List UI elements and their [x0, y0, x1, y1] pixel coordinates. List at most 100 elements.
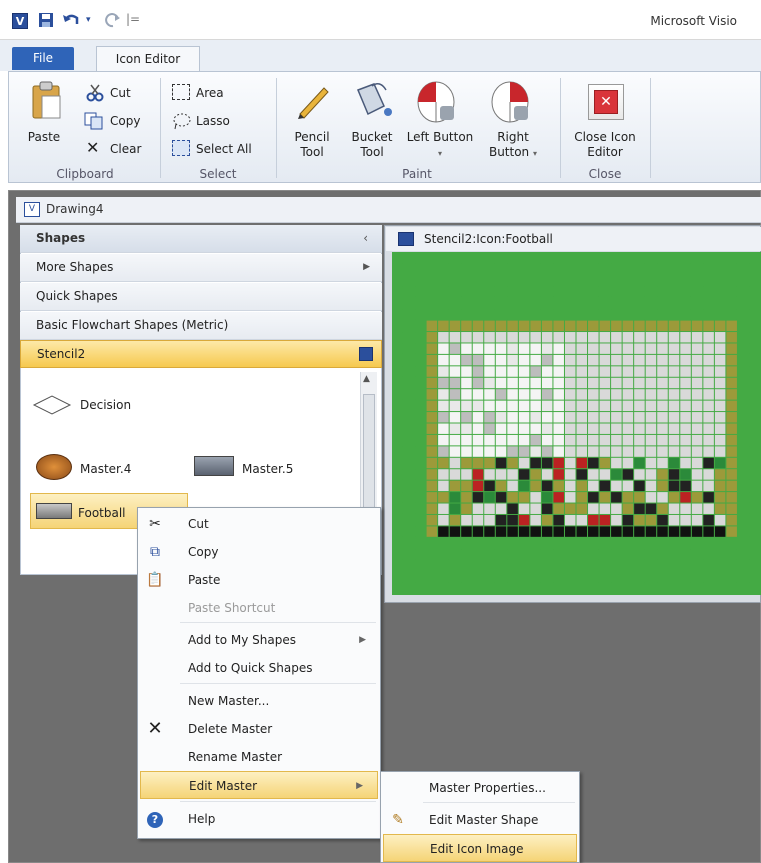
icon-pixel [645, 560, 657, 572]
redo-icon[interactable] [104, 12, 122, 30]
select-all-button[interactable]: Select All [196, 142, 252, 156]
icon-pixel [691, 492, 703, 503]
menu-item-delete-master[interactable]: ✕ Delete Master [138, 715, 380, 743]
left-button-button[interactable]: Left Button ▾ [404, 130, 476, 161]
menu-item-copy[interactable]: ⧉ Copy [138, 538, 380, 566]
lasso-button[interactable]: Lasso [196, 114, 230, 128]
icon-pixel [518, 537, 530, 549]
cut-button[interactable]: Cut [110, 86, 131, 100]
icon-pixel [449, 297, 461, 309]
icon-pixel [611, 354, 622, 366]
icon-pixel [449, 320, 461, 332]
icon-pixel [680, 366, 691, 377]
menu-item-edit-master[interactable]: Edit Master ▶ [140, 771, 378, 799]
icon-pixel [518, 297, 530, 309]
icon-pixel [472, 503, 484, 514]
tab-icon-editor[interactable]: Icon Editor [96, 46, 200, 72]
paste-button[interactable]: Paste [22, 130, 66, 145]
menu-item-paste-shortcut[interactable]: Paste Shortcut [138, 594, 380, 622]
icon-pixel [495, 423, 507, 434]
icon-pixel [691, 469, 703, 480]
icon-pixel [691, 252, 703, 263]
icon-pixel [657, 480, 668, 492]
icon-pixel [691, 332, 703, 343]
icon-pixel [588, 354, 599, 366]
icon-pixel [461, 583, 472, 594]
icon-pixel [518, 560, 530, 572]
icon-pixel [714, 274, 726, 286]
icon-pixel [438, 274, 449, 286]
icon-pixel [472, 457, 484, 469]
undo-dropdown-icon[interactable]: ▾ [86, 15, 91, 33]
save-icon[interactable] [38, 12, 54, 30]
icon-pixel [576, 343, 588, 354]
menu-item-paste[interactable]: 📋 Paste [138, 566, 380, 594]
menu-item-add-to-my-shapes[interactable]: Add to My Shapes ▶ [138, 626, 380, 654]
save-stencil-icon[interactable] [359, 347, 373, 361]
icon-pixel [530, 286, 541, 297]
menu-item-rename-master[interactable]: Rename Master [138, 743, 380, 771]
icon-pixel [461, 549, 472, 560]
icon-pixel [507, 572, 518, 583]
stencil2-row[interactable]: Stencil2 [20, 340, 382, 368]
icon-pixel [392, 263, 403, 274]
icon-pixel [553, 434, 564, 446]
icon-pixel [553, 514, 564, 526]
icon-pixel [553, 526, 564, 537]
icon-pixel [507, 400, 518, 412]
icon-pixel [726, 286, 737, 297]
copy-button[interactable]: Copy [110, 114, 140, 128]
visio-logo-icon[interactable]: V [12, 13, 28, 29]
basic-flowchart-row[interactable]: Basic Flowchart Shapes (Metric) [20, 312, 382, 340]
icon-pixel [426, 354, 438, 366]
close-icon-editor-button[interactable]: Close Icon Editor [562, 130, 648, 160]
menu-item-edit-master-shape[interactable]: ✎ Edit Master Shape [381, 806, 579, 834]
undo-icon[interactable] [62, 12, 84, 30]
icon-pixel [611, 549, 622, 560]
icon-pixel [668, 309, 680, 320]
icon-pixel [668, 469, 680, 480]
icon-pixel [657, 377, 668, 389]
master-5[interactable]: Master.5 [242, 462, 293, 476]
icon-pixel [392, 503, 403, 514]
icon-pixel [599, 389, 611, 400]
master-football[interactable]: Football [78, 506, 126, 520]
icon-pixel [530, 423, 541, 434]
icon-pixel [507, 457, 518, 469]
tab-file[interactable]: File [12, 47, 74, 70]
more-shapes-row[interactable]: More Shapes ▶ [20, 254, 382, 282]
menu-item-edit-icon-image[interactable]: Edit Icon Image [383, 834, 577, 862]
icon-pixel [622, 400, 634, 412]
icon-pixel [726, 572, 737, 583]
icon-pixel [668, 354, 680, 366]
scrollbar-thumb[interactable] [363, 394, 375, 522]
menu-item-new-master[interactable]: New Master... [138, 687, 380, 715]
icon-pixel [530, 400, 541, 412]
menu-item-add-to-quick-shapes[interactable]: Add to Quick Shapes [138, 654, 380, 682]
icon-pixel [438, 583, 449, 594]
right-button-button[interactable]: Right Button ▾ [478, 130, 548, 161]
customize-quick-access-icon[interactable]: |= [126, 12, 140, 30]
icon-pixel [495, 446, 507, 457]
icon-pixel-canvas[interactable] [392, 252, 761, 595]
menu-item-cut[interactable]: ✂ Cut [138, 510, 380, 538]
icon-pixel [634, 514, 645, 526]
icon-pixel [541, 366, 553, 377]
area-button[interactable]: Area [196, 86, 224, 100]
clear-button[interactable]: Clear [110, 142, 141, 156]
quick-shapes-row[interactable]: Quick Shapes [20, 283, 382, 311]
bucket-tool-button[interactable]: Bucket Tool [344, 130, 400, 160]
icon-pixel [392, 309, 403, 320]
collapse-panel-icon[interactable]: ‹ [363, 225, 368, 252]
icon-pixel [599, 446, 611, 457]
icon-pixel [611, 434, 622, 446]
icon-pixel [507, 309, 518, 320]
menu-item-master-properties[interactable]: Master Properties... [381, 774, 579, 802]
icon-pixel [737, 366, 749, 377]
icon-pixel [530, 480, 541, 492]
pencil-tool-button[interactable]: Pencil Tool [286, 130, 338, 160]
master-decision[interactable]: Decision [80, 398, 131, 412]
master-4[interactable]: Master.4 [80, 462, 131, 476]
icon-pixel [737, 503, 749, 514]
menu-item-help[interactable]: ? Help [138, 805, 380, 833]
